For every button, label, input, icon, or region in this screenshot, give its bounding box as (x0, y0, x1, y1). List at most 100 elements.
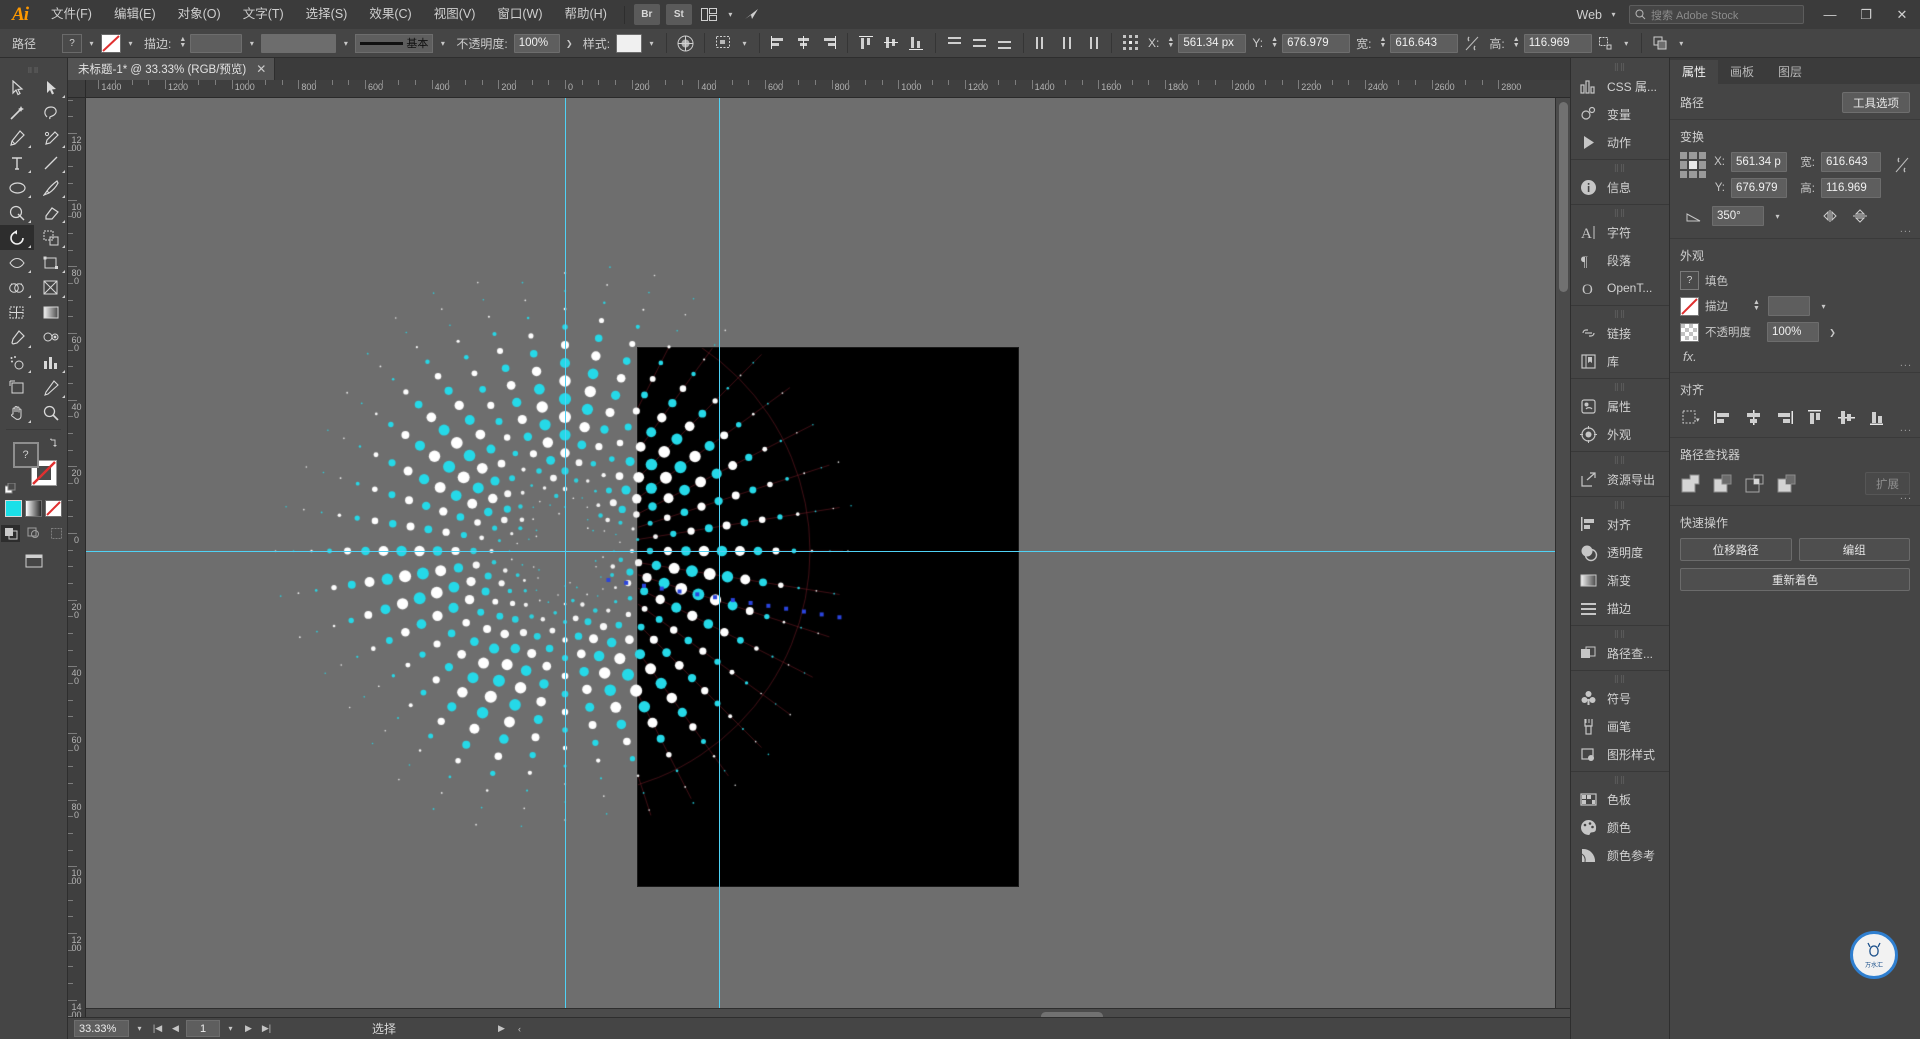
rotate-angle-field[interactable]: 350° (1712, 206, 1764, 226)
appearance-opacity-field[interactable]: 100% (1767, 322, 1819, 342)
select-similar-icon[interactable] (712, 32, 735, 54)
align-more-options[interactable]: ... (1900, 422, 1912, 434)
column-graph-tool[interactable] (34, 350, 68, 375)
align-bottom-icon[interactable] (905, 32, 928, 54)
x-field[interactable]: 561.34 px (1178, 33, 1247, 53)
fill-chevron-down-icon[interactable]: ▾ (84, 34, 99, 53)
width-tool[interactable] (0, 250, 34, 275)
graphic-style-swatch[interactable] (616, 33, 643, 53)
menu-file[interactable]: 文件(F) (40, 0, 103, 29)
width-field[interactable]: 616.643 (1390, 33, 1459, 53)
arrange-objects-chevron-down-icon[interactable]: ▾ (1674, 34, 1689, 53)
fill-swatch[interactable]: ? (62, 33, 82, 53)
gradient-tool[interactable] (34, 300, 68, 325)
draw-behind-icon[interactable] (24, 525, 43, 542)
align-bottom-icon[interactable] (1866, 407, 1888, 427)
behance-icon[interactable] (740, 4, 764, 25)
workspace-switcher[interactable]: Web (1573, 8, 1606, 22)
lasso-tool[interactable] (34, 100, 68, 125)
eyedropper-tool[interactable] (0, 325, 34, 350)
recolor-button[interactable]: 重新着色 (1680, 568, 1910, 591)
perspective-grid-tool[interactable] (34, 275, 68, 300)
y-stepper[interactable]: ▲ ▼ (1269, 36, 1280, 49)
artboard-tool[interactable] (0, 375, 34, 400)
vertical-ruler[interactable]: 1200 1000 800 600 400 200 0 200 400 600 800 1000 120… (68, 98, 86, 1021)
minimize-button[interactable]: — (1812, 0, 1848, 29)
distribute-top-icon[interactable] (943, 32, 966, 54)
transform-chevron-down-icon[interactable]: ▾ (1619, 34, 1634, 53)
offset-path-button[interactable]: 位移路径 (1680, 538, 1792, 561)
dock-item-actions[interactable]: 动作 (1571, 128, 1669, 156)
stroke-profile-field[interactable]: 基本 (355, 33, 434, 53)
distribute-right-icon[interactable] (1081, 32, 1104, 54)
zoom-level-field[interactable]: 33.33% (74, 1020, 129, 1037)
stock-icon[interactable]: St (665, 4, 692, 25)
align-to-selection-icon[interactable]: ▾ (1680, 407, 1702, 427)
dock-group-grip[interactable]: ⣿⣿ (1571, 382, 1669, 392)
stroke-style-field[interactable] (261, 33, 337, 53)
unite-icon[interactable] (1680, 474, 1702, 494)
transform-width-field[interactable]: 616.643 (1821, 152, 1881, 172)
appearance-opacity-swatch[interactable] (1680, 322, 1699, 342)
first-page-icon[interactable]: |◀ (150, 1020, 165, 1037)
appearance-fill-swatch[interactable]: ? (1680, 271, 1699, 290)
height-field[interactable]: 116.969 (1523, 33, 1592, 53)
constrain-proportions-unlinked-icon[interactable] (1894, 152, 1910, 178)
page-chevron-down-icon[interactable]: ▾ (223, 1019, 238, 1038)
align-horizontal-center-icon[interactable] (792, 32, 815, 54)
line-segment-tool[interactable] (34, 150, 68, 175)
dock-item-links[interactable]: 链接 (1571, 319, 1669, 347)
align-top-icon[interactable] (855, 32, 878, 54)
arrange-objects-icon[interactable] (1649, 32, 1672, 54)
mesh-tool[interactable] (0, 300, 34, 325)
toolbar-grip[interactable]: ⠿⠿ (0, 66, 67, 75)
constrain-proportions-unlinked-icon[interactable] (1460, 32, 1483, 54)
guide-vertical-1[interactable] (565, 98, 566, 1021)
menu-view[interactable]: 视图(V) (423, 0, 487, 29)
status-menu-icon[interactable]: ‹ (512, 1020, 527, 1037)
appearance-stroke-chevron-down-icon[interactable]: ▾ (1816, 297, 1831, 316)
magic-wand-tool[interactable] (0, 100, 34, 125)
y-field[interactable]: 676.979 (1282, 33, 1351, 53)
dock-item-appearance[interactable]: 外观 (1571, 420, 1669, 448)
minus-front-icon[interactable] (1712, 474, 1734, 494)
stroke-profile-chevron-down-icon[interactable]: ▾ (435, 34, 450, 53)
menu-object[interactable]: 对象(O) (167, 0, 232, 29)
dock-item-color-guide[interactable]: 颜色参考 (1571, 841, 1669, 869)
dock-group-grip[interactable]: ⣿⣿ (1571, 775, 1669, 785)
appearance-stroke-field[interactable] (1768, 296, 1810, 316)
transform-x-field[interactable]: 561.34 p (1731, 152, 1787, 172)
dock-item-opentype[interactable]: O OpenT... (1571, 274, 1669, 302)
intersect-icon[interactable] (1744, 474, 1766, 494)
flip-vertical-icon[interactable] (1849, 206, 1871, 226)
dock-item-graphic-styles[interactable]: 图形样式 (1571, 740, 1669, 768)
dock-item-info[interactable]: 信息 (1571, 173, 1669, 201)
arrange-documents-icon[interactable] (697, 4, 721, 25)
dock-group-grip[interactable]: ⣿⣿ (1571, 629, 1669, 639)
align-left-icon[interactable] (1711, 407, 1733, 427)
tab-layers[interactable]: 图层 (1766, 60, 1814, 84)
distribute-vertical-center-icon[interactable] (968, 32, 991, 54)
zoom-tool[interactable] (34, 400, 68, 425)
align-right-icon[interactable] (1773, 407, 1795, 427)
dock-item-swatches[interactable]: 色板 (1571, 785, 1669, 813)
artboard[interactable] (638, 348, 1018, 886)
selection-tool[interactable] (0, 75, 34, 100)
fill-color-swatch[interactable]: ? (12, 442, 39, 468)
height-stepper[interactable]: ▲ ▼ (1511, 36, 1522, 49)
dock-group-grip[interactable]: ⣿⣿ (1571, 62, 1669, 72)
next-page-icon[interactable]: ▶ (241, 1020, 256, 1037)
dock-group-grip[interactable]: ⣿⣿ (1571, 455, 1669, 465)
tab-artboards[interactable]: 画板 (1718, 60, 1766, 84)
horizontal-ruler[interactable]: 1400 1200 1000 800 600 400 200 0 200 400 600 800 100… (86, 80, 1570, 98)
color-mode-gradient[interactable] (25, 500, 42, 517)
shaper-tool[interactable] (0, 200, 34, 225)
dock-item-libraries[interactable]: 库 (1571, 347, 1669, 375)
type-tool[interactable] (0, 150, 34, 175)
appearance-more-options[interactable]: ... (1900, 357, 1912, 369)
dock-group-grip[interactable]: ⣿⣿ (1571, 500, 1669, 510)
appearance-opacity-flyout-icon[interactable]: ❯ (1825, 323, 1840, 342)
align-left-icon[interactable] (767, 32, 790, 54)
draw-normal-icon[interactable] (1, 525, 20, 542)
align-vertical-center-icon[interactable] (880, 32, 903, 54)
